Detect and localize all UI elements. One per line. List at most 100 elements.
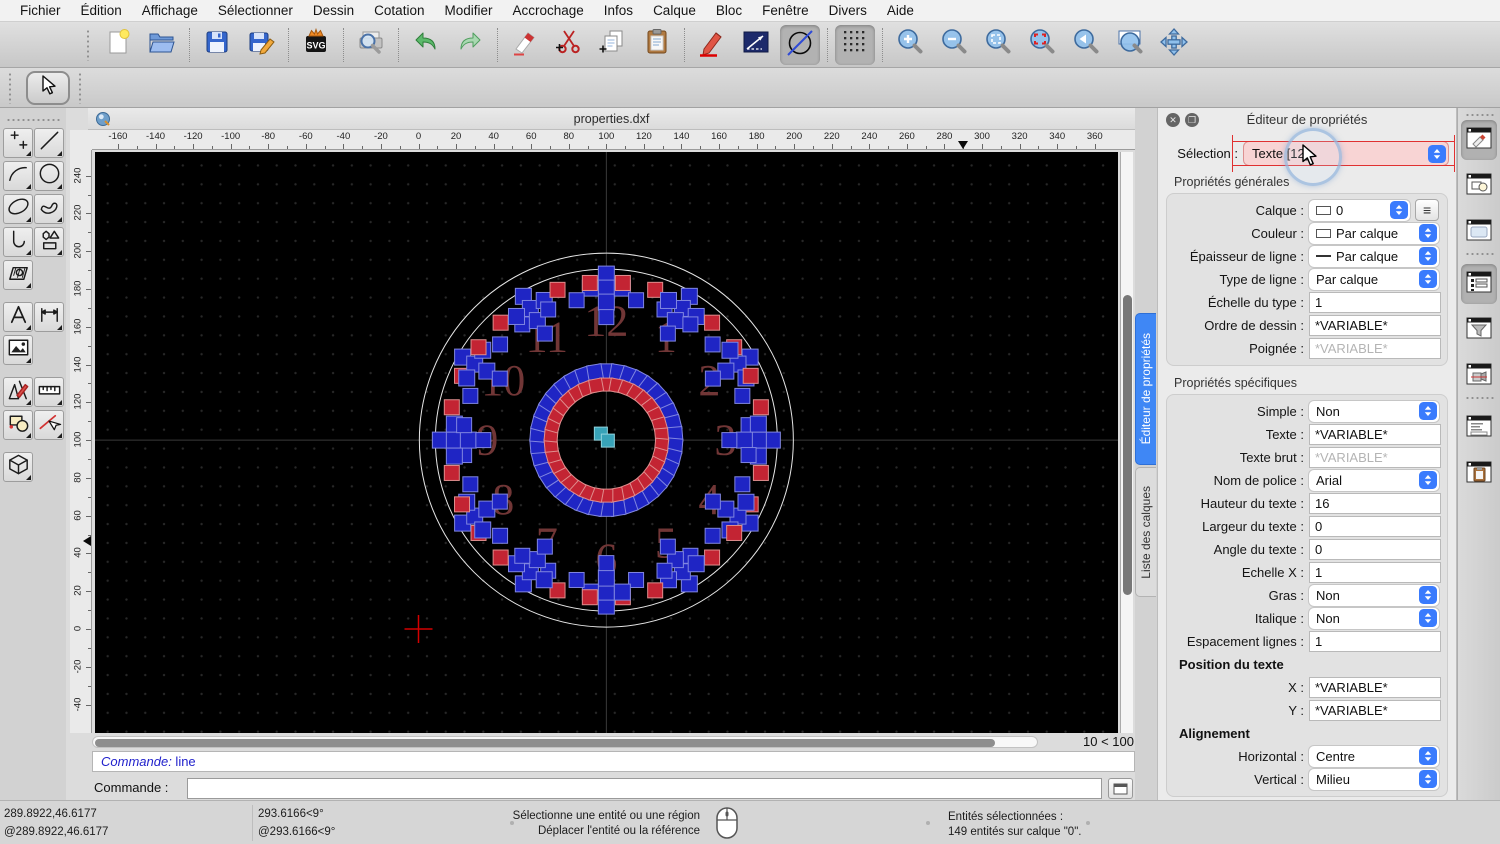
palette-drag-handle[interactable] — [6, 118, 60, 122]
echelle-du-type-input[interactable] — [1309, 292, 1441, 313]
menu-bloc[interactable]: Bloc — [706, 0, 752, 22]
toolbar-drag-handle[interactable] — [86, 29, 90, 61]
y-input[interactable] — [1309, 700, 1441, 721]
menu-calque[interactable]: Calque — [643, 0, 706, 22]
redo-button[interactable] — [450, 25, 490, 65]
undo-button[interactable] — [406, 25, 446, 65]
zoom-previous-button[interactable] — [1066, 25, 1106, 65]
hatch-tool-button[interactable] — [3, 260, 33, 290]
command-options-button[interactable] — [1108, 778, 1133, 799]
spline-tool-button[interactable] — [34, 194, 64, 224]
menu-accrochage[interactable]: Accrochage — [502, 0, 593, 22]
text-tool-button[interactable] — [3, 302, 33, 332]
horizontal-scrollbar[interactable] — [92, 736, 1038, 748]
cut-button[interactable] — [549, 25, 589, 65]
echelle-x-input[interactable] — [1309, 562, 1441, 583]
largeur-du-texte-input[interactable] — [1309, 516, 1441, 537]
draw-pencil-button[interactable] — [692, 25, 732, 65]
toolbar-drag-handle[interactable] — [78, 72, 82, 104]
simple-dropdown[interactable]: Non — [1309, 401, 1439, 422]
menu-dessin[interactable]: Dessin — [303, 0, 364, 22]
menu-modifier[interactable]: Modifier — [434, 0, 502, 22]
zoom-in-button[interactable] — [890, 25, 930, 65]
select-tool-button[interactable] — [34, 410, 64, 440]
command-line-panel-toggle[interactable] — [1461, 408, 1497, 448]
block-tool-button[interactable] — [3, 410, 33, 440]
paste-button[interactable] — [637, 25, 677, 65]
horizontal-scroll-thumb[interactable] — [95, 739, 995, 747]
clipboard-panel-toggle[interactable] — [1461, 454, 1497, 494]
modify-tool-button[interactable] — [3, 377, 33, 407]
save-button[interactable] — [197, 25, 237, 65]
copy-button[interactable] — [593, 25, 633, 65]
vertical-dropdown[interactable]: Milieu — [1309, 769, 1439, 790]
vertical-scroll-thumb[interactable] — [1123, 295, 1132, 595]
calque-dropdown[interactable]: 0 — [1309, 200, 1410, 221]
line-angle-button[interactable] — [736, 25, 776, 65]
new-file-button[interactable] — [98, 25, 138, 65]
menu-edition[interactable]: Édition — [71, 0, 132, 22]
layer-menu-button[interactable]: ≡ — [1415, 199, 1439, 221]
horizontal-dropdown[interactable]: Centre — [1309, 746, 1439, 767]
menu-cotation[interactable]: Cotation — [364, 0, 434, 22]
couleur-dropdown[interactable]: Par calque — [1309, 223, 1439, 244]
solid-tool-button[interactable] — [3, 452, 33, 482]
texte-input[interactable] — [1309, 424, 1441, 445]
points-tool-button[interactable] — [3, 128, 33, 158]
library-browser-panel-toggle[interactable] — [1461, 356, 1497, 396]
menu-selectionner[interactable]: Sélectionner — [208, 0, 303, 22]
epaisseur-de-ligne-dropdown[interactable]: Par calque — [1309, 246, 1439, 267]
zoom-out-button[interactable] — [934, 25, 974, 65]
type-de-ligne-dropdown[interactable]: Par calque — [1309, 269, 1439, 290]
layer-list-panel-toggle[interactable] — [1461, 264, 1497, 304]
hauteur-du-texte-input[interactable] — [1309, 493, 1441, 514]
ordre-de-dessin-input[interactable] — [1309, 315, 1441, 336]
image-tool-button[interactable] — [3, 335, 33, 365]
circle-tool-button[interactable] — [34, 161, 64, 191]
selection-arrow-button[interactable] — [26, 71, 70, 105]
selection-dropdown[interactable]: Texte [12] — [1244, 142, 1448, 165]
preview-panel-toggle[interactable] — [1461, 212, 1497, 252]
menu-fenetre[interactable]: Fenêtre — [752, 0, 819, 22]
save-as-button[interactable] — [241, 25, 281, 65]
x-input[interactable] — [1309, 677, 1441, 698]
vertical-scrollbar[interactable] — [1120, 152, 1133, 733]
menu-infos[interactable]: Infos — [594, 0, 643, 22]
detach-panel-icon[interactable]: ❐ — [1185, 113, 1199, 127]
espacement-lignes-input[interactable] — [1309, 631, 1441, 652]
measure-tool-button[interactable] — [34, 377, 64, 407]
delete-button[interactable] — [505, 25, 545, 65]
pan-button[interactable] — [1154, 25, 1194, 65]
document-titlebar[interactable]: properties.dxf — [88, 108, 1135, 130]
selection-filter-panel-toggle[interactable] — [1461, 310, 1497, 350]
menu-divers[interactable]: Divers — [819, 0, 877, 22]
grid-toggle-button[interactable] — [835, 25, 875, 65]
zoom-auto-button[interactable] — [978, 25, 1018, 65]
command-input[interactable] — [187, 778, 1102, 799]
drawing-canvas[interactable]: 121234567891011 — [95, 152, 1118, 733]
strip-drag-handle[interactable] — [1465, 113, 1495, 117]
block-list-panel-toggle[interactable] — [1461, 166, 1497, 206]
angle-du-texte-input[interactable] — [1309, 539, 1441, 560]
export-svg-button[interactable]: SVG — [296, 25, 336, 65]
dimension-tool-button[interactable] — [34, 302, 64, 332]
line-tool-button[interactable] — [34, 128, 64, 158]
ellipse-tool-button[interactable] — [3, 194, 33, 224]
menu-fichier[interactable]: Fichier — [10, 0, 71, 22]
arc-tool-button[interactable] — [3, 161, 33, 191]
construction-circle-button[interactable] — [780, 25, 820, 65]
menu-affichage[interactable]: Affichage — [132, 0, 208, 22]
gras-dropdown[interactable]: Non — [1309, 585, 1439, 606]
shapes-tool-button[interactable] — [34, 227, 64, 257]
zoom-selection-button[interactable] — [1022, 25, 1062, 65]
close-icon[interactable]: ✕ — [1166, 113, 1180, 127]
toolbar-drag-handle[interactable] — [8, 72, 12, 104]
open-file-button[interactable] — [142, 25, 182, 65]
menu-aide[interactable]: Aide — [877, 0, 924, 22]
polyline-tool-button[interactable] — [3, 227, 33, 257]
italique-dropdown[interactable]: Non — [1309, 608, 1439, 629]
tab-editeur-de-proprietes[interactable]: Éditeur de propriétés — [1135, 313, 1156, 465]
print-preview-button[interactable] — [351, 25, 391, 65]
tab-liste-des-calques[interactable]: Liste des calques — [1135, 467, 1156, 597]
nom-de-police-dropdown[interactable]: Arial — [1309, 470, 1439, 491]
